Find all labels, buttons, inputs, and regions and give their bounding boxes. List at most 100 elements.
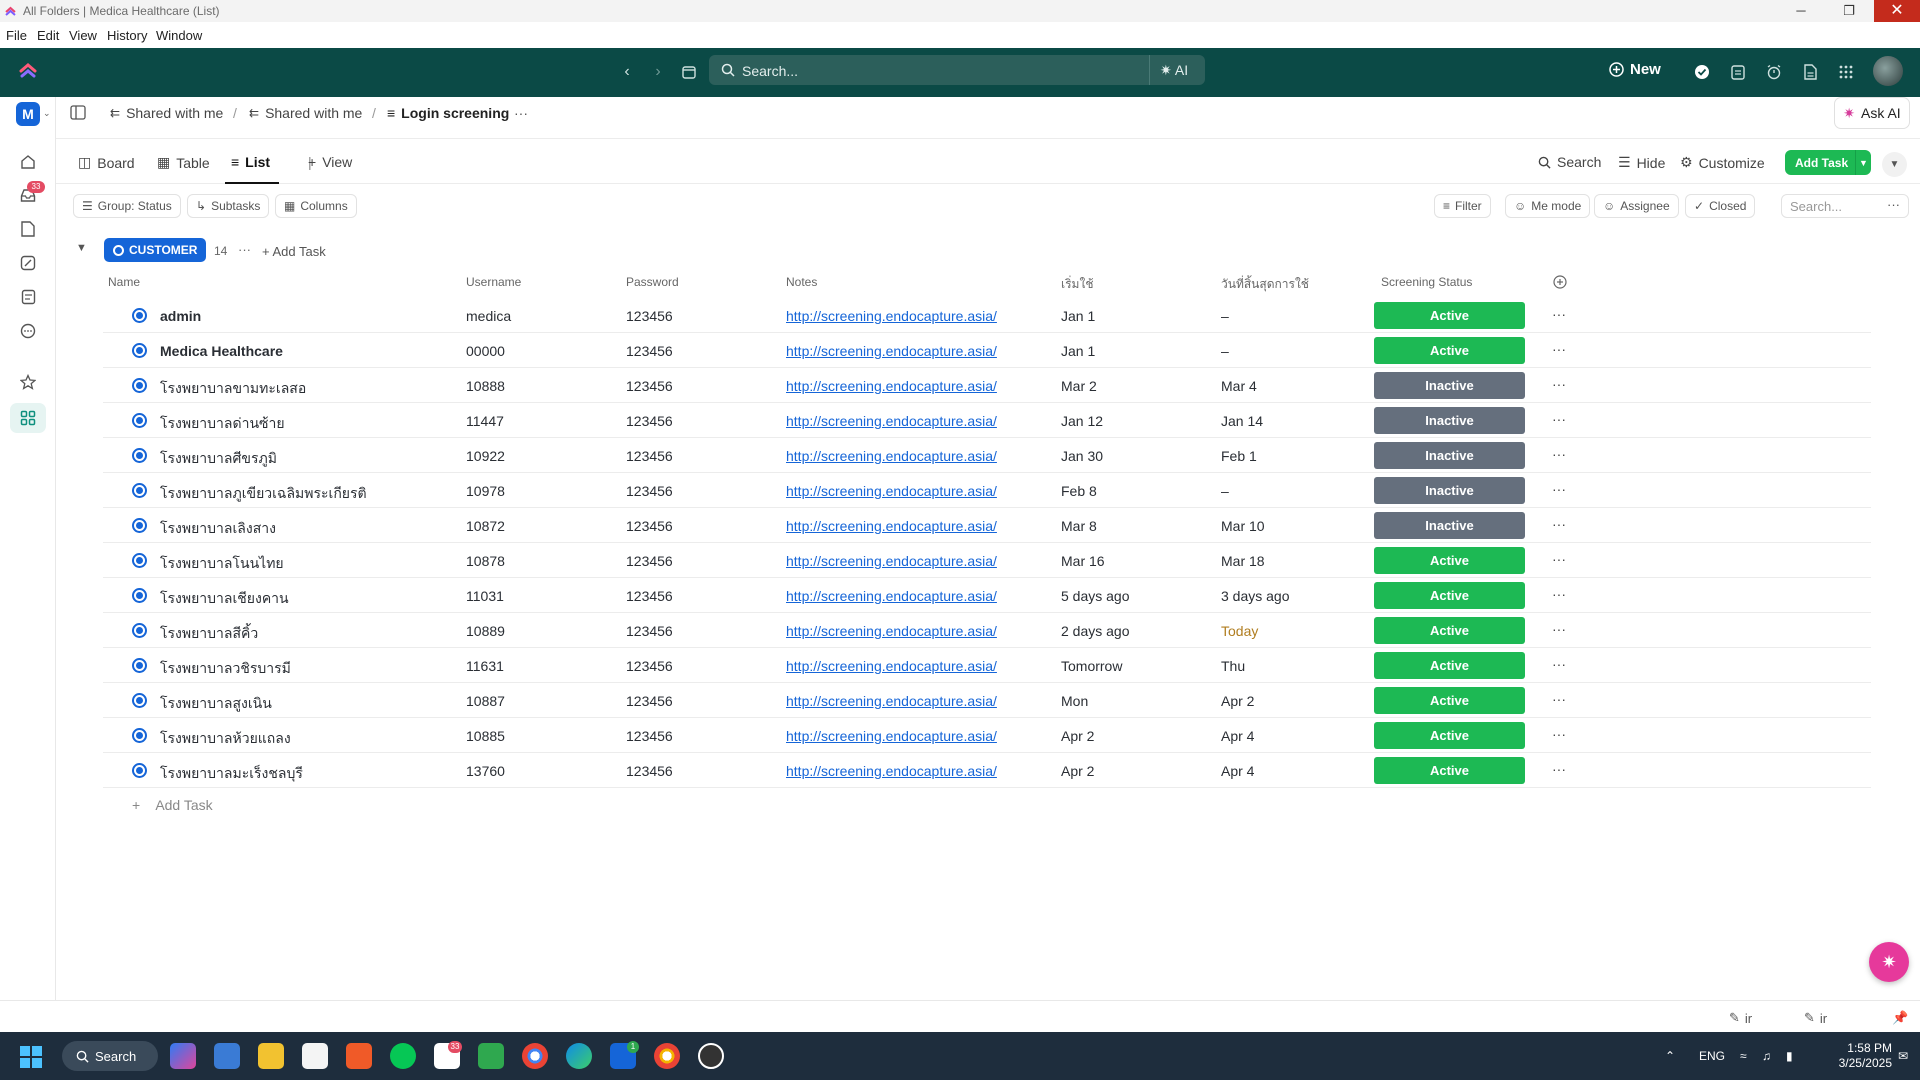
table-row[interactable]: โรงพยาบาลภูเขียวเฉลิมพระเกียรติ 10978 1234… xyxy=(0,473,1920,508)
cell-password[interactable]: 123456 xyxy=(626,483,673,499)
task-status-icon[interactable] xyxy=(132,623,147,638)
table-row[interactable]: admin medica 123456 http://screening.endoca… xyxy=(0,298,1920,333)
edge-icon[interactable] xyxy=(566,1043,592,1069)
cell-end-date[interactable]: Today xyxy=(1221,623,1258,639)
row-more-button[interactable]: ··· xyxy=(1552,691,1566,707)
new-button[interactable]: New xyxy=(1609,61,1661,78)
tray-chevron-icon[interactable]: ⌃ xyxy=(1665,1049,1675,1063)
status-badge[interactable]: Active xyxy=(1374,547,1525,574)
task-name[interactable]: admin xyxy=(160,308,201,324)
cell-username[interactable]: 11447 xyxy=(466,413,504,429)
table-row[interactable]: โรงพยาบาลด่านซ้าย 11447 123456 http://scree… xyxy=(0,403,1920,438)
task-name[interactable]: โรงพยาบาลสูงเนิน xyxy=(160,693,272,715)
hide-button[interactable]: ☰ Hide xyxy=(1618,154,1665,171)
task-name[interactable]: โรงพยาบาลเชียงคาน xyxy=(160,588,289,610)
cell-username[interactable]: 10872 xyxy=(466,518,505,534)
group-by-chip[interactable]: ☰ Group: Status xyxy=(73,194,181,218)
me-mode-chip[interactable]: ☺ Me mode xyxy=(1505,194,1591,218)
cell-password[interactable]: 123456 xyxy=(626,588,673,604)
cell-password[interactable]: 123456 xyxy=(626,658,673,674)
task-status-icon[interactable] xyxy=(132,693,147,708)
cell-username[interactable]: 10887 xyxy=(466,693,505,709)
cell-username[interactable]: 10978 xyxy=(466,483,505,499)
apps-grid-icon[interactable] xyxy=(1836,62,1856,82)
language-indicator[interactable]: ENG xyxy=(1699,1049,1725,1063)
tab-list[interactable]: ≡ List xyxy=(231,154,270,170)
status-badge[interactable]: Inactive xyxy=(1374,407,1525,434)
cell-notes-link[interactable]: http://screening.endocapture.asia/ xyxy=(786,658,997,674)
cell-notes-link[interactable]: http://screening.endocapture.asia/ xyxy=(786,763,997,779)
close-button[interactable]: ✕ xyxy=(1874,0,1920,22)
row-more-button[interactable]: ··· xyxy=(1552,621,1566,637)
table-row[interactable]: โรงพยาบาลสีคิ้ว 10889 123456 http://screeni… xyxy=(0,613,1920,648)
status-badge[interactable]: Active xyxy=(1374,722,1525,749)
cell-notes-link[interactable]: http://screening.endocapture.asia/ xyxy=(786,413,997,429)
document-icon[interactable] xyxy=(1800,62,1820,82)
pin-icon[interactable]: 📌 xyxy=(1892,1010,1908,1026)
row-more-button[interactable]: ··· xyxy=(1552,551,1566,567)
cell-username[interactable]: medica xyxy=(466,308,511,324)
group-more-button[interactable]: ··· xyxy=(238,242,251,257)
cell-start-date[interactable]: Tomorrow xyxy=(1061,658,1122,674)
cell-end-date[interactable]: Thu xyxy=(1221,658,1245,674)
column-header-username[interactable]: Username xyxy=(466,275,521,289)
cell-start-date[interactable]: Mar 16 xyxy=(1061,553,1105,569)
green-app-icon[interactable] xyxy=(478,1043,504,1069)
cell-username[interactable]: 00000 xyxy=(466,343,505,359)
task-status-icon[interactable] xyxy=(132,658,147,673)
menu-window[interactable]: Window xyxy=(156,28,202,43)
table-row[interactable]: Medica Healthcare 00000 123456 http://scree… xyxy=(0,333,1920,368)
status-badge[interactable]: Active xyxy=(1374,617,1525,644)
cell-end-date[interactable]: Jan 14 xyxy=(1221,413,1263,429)
table-row[interactable]: โรงพยาบาลวชิรบารมี 11631 123456 http://scre… xyxy=(0,648,1920,683)
sidebar-toggle-icon[interactable] xyxy=(70,105,86,120)
cell-start-date[interactable]: Apr 2 xyxy=(1061,763,1094,779)
task-status-icon[interactable] xyxy=(132,763,147,778)
task-name[interactable]: โรงพยาบาลขามทะเลสอ xyxy=(160,378,306,400)
task-status-icon[interactable] xyxy=(132,378,147,393)
cell-password[interactable]: 123456 xyxy=(626,553,673,569)
table-row[interactable]: โรงพยาบาลสูงเนิน 10887 123456 http://screen… xyxy=(0,683,1920,718)
cell-notes-link[interactable]: http://screening.endocapture.asia/ xyxy=(786,378,997,394)
cell-notes-link[interactable]: http://screening.endocapture.asia/ xyxy=(786,308,997,324)
cell-password[interactable]: 123456 xyxy=(626,728,673,744)
cell-end-date[interactable]: – xyxy=(1221,308,1229,324)
column-header-end-date[interactable]: วันที่สิ้นสุดการใช้ xyxy=(1221,275,1309,294)
status-badge[interactable]: Active xyxy=(1374,337,1525,364)
assignee-chip[interactable]: ☺ Assignee xyxy=(1594,194,1679,218)
status-badge[interactable]: Active xyxy=(1374,582,1525,609)
cell-username[interactable]: 10922 xyxy=(466,448,505,464)
cell-username[interactable]: 11631 xyxy=(466,658,504,674)
cell-start-date[interactable]: Mon xyxy=(1061,693,1088,709)
task-name[interactable]: โรงพยาบาลห้วยแถลง xyxy=(160,728,291,750)
task-status-icon[interactable] xyxy=(132,553,147,568)
column-header-password[interactable]: Password xyxy=(626,275,679,289)
cell-start-date[interactable]: Feb 8 xyxy=(1061,483,1097,499)
cell-password[interactable]: 123456 xyxy=(626,763,673,779)
notepad-icon[interactable] xyxy=(1728,62,1748,82)
volume-icon[interactable]: ♫ xyxy=(1762,1049,1771,1063)
add-column-icon[interactable] xyxy=(1553,275,1567,292)
cell-notes-link[interactable]: http://screening.endocapture.asia/ xyxy=(786,448,997,464)
cell-password[interactable]: 123456 xyxy=(626,308,673,324)
task-name[interactable]: โรงพยาบาลศีขรภูมิ xyxy=(160,448,277,470)
task-status-icon[interactable] xyxy=(132,728,147,743)
cell-password[interactable]: 123456 xyxy=(626,343,673,359)
status-badge[interactable]: Active xyxy=(1374,687,1525,714)
ai-assistant-fab[interactable]: ✷ xyxy=(1869,942,1909,982)
row-more-button[interactable]: ··· xyxy=(1552,306,1566,322)
cell-password[interactable]: 123456 xyxy=(626,518,673,534)
tab-table[interactable]: ▦ Table xyxy=(157,154,210,171)
status-badge[interactable]: Active xyxy=(1374,302,1525,329)
task-name[interactable]: โรงพยาบาลโนนไทย xyxy=(160,553,284,575)
menu-file[interactable]: File xyxy=(6,28,27,43)
cell-end-date[interactable]: Apr 2 xyxy=(1221,693,1254,709)
minimize-button[interactable]: ─ xyxy=(1778,0,1824,22)
cell-password[interactable]: 123456 xyxy=(626,448,673,464)
row-more-button[interactable]: ··· xyxy=(1552,481,1566,497)
copilot-app-icon[interactable] xyxy=(170,1043,196,1069)
status-badge[interactable]: Inactive xyxy=(1374,442,1525,469)
vnc-viewer-icon[interactable] xyxy=(302,1043,328,1069)
tab-board[interactable]: ◫ Board xyxy=(78,154,135,171)
cell-end-date[interactable]: Feb 1 xyxy=(1221,448,1257,464)
